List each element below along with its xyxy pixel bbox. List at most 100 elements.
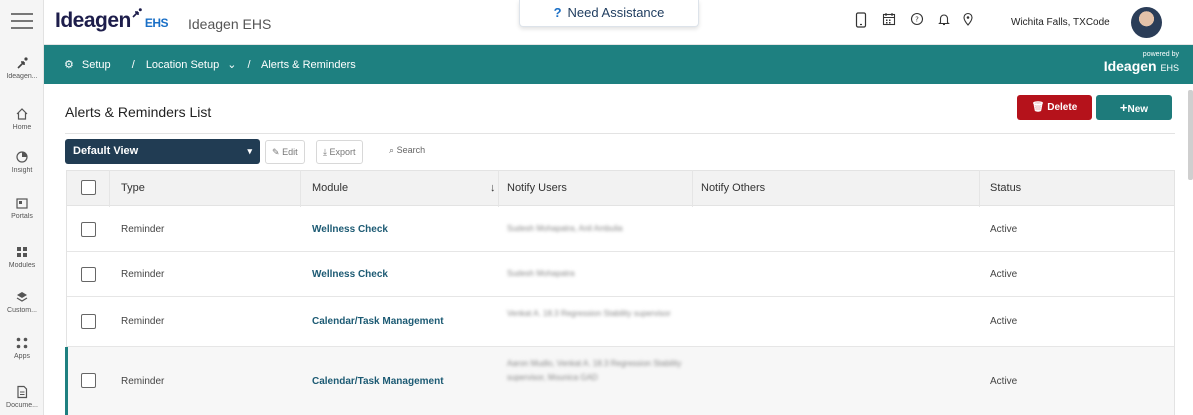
trash-icon: 🗑 xyxy=(1031,102,1045,113)
rail-item-apps[interactable]: Apps xyxy=(0,336,44,360)
edit-label: Edit xyxy=(282,147,298,157)
cell-module-link[interactable]: Calendar/Task Management xyxy=(312,316,444,327)
column-header-notify-users[interactable]: Notify Users xyxy=(507,182,567,194)
export-button[interactable]: ⤓ Export xyxy=(316,140,363,164)
ideagen-logo[interactable]: Ideagen EHS xyxy=(55,8,169,33)
plus-icon: + xyxy=(1119,100,1128,115)
row-checkbox[interactable] xyxy=(81,222,96,237)
chevron-down-icon[interactable]: ⌄ xyxy=(227,59,236,71)
new-label: New xyxy=(1127,104,1149,115)
row-checkbox[interactable] xyxy=(81,314,96,329)
powered-logo-text: Ideagen xyxy=(1103,58,1157,74)
need-assistance-button[interactable]: ? Need Assistance xyxy=(519,0,699,27)
rail-item-label: Modules xyxy=(8,262,36,269)
rail-item-documents[interactable]: Docume... xyxy=(0,385,44,409)
cell-notify-users: Sudesh Mohapatra, Anil Ambulia xyxy=(507,224,623,233)
select-all-checkbox[interactable] xyxy=(81,180,96,195)
search-button[interactable]: ⌕ Search xyxy=(389,145,425,156)
scrollbar[interactable] xyxy=(1188,90,1193,180)
bell-icon[interactable] xyxy=(935,12,953,32)
column-header-notify-others[interactable]: Notify Others xyxy=(701,182,765,194)
rail-item-label: Ideagen... xyxy=(6,73,38,80)
page-title: Alerts & Reminders List xyxy=(65,104,212,120)
cell-module-link[interactable]: Calendar/Task Management xyxy=(312,376,444,387)
breadcrumb-current: Alerts & Reminders xyxy=(261,59,356,71)
ideagen-icon xyxy=(15,56,29,70)
location-pin-icon[interactable] xyxy=(959,12,977,32)
cell-notify-users: Venkat A. 18.3 Regression Stability supe… xyxy=(507,309,671,318)
column-header-status[interactable]: Status xyxy=(990,182,1021,194)
hamburger-menu-icon[interactable] xyxy=(11,13,33,29)
cell-type: Reminder xyxy=(121,269,165,280)
sort-arrow-down-icon[interactable]: ↓ xyxy=(490,182,496,194)
table-header: Type Module ↓ Notify Users Notify Others… xyxy=(67,170,1174,206)
calendar-icon[interactable] xyxy=(880,12,898,32)
column-header-module[interactable]: Module xyxy=(312,182,348,194)
cell-status: Active xyxy=(990,269,1018,280)
divider xyxy=(65,133,1175,134)
powered-by-logo: powered by Ideagen EHS xyxy=(1104,51,1179,74)
help-question-icon: ? xyxy=(553,5,562,20)
user-avatar[interactable] xyxy=(1131,7,1162,38)
row-checkbox[interactable] xyxy=(81,373,96,388)
table-row[interactable]: Reminder Wellness Check Sudesh Mohapatra… xyxy=(67,252,1174,297)
cell-status: Active xyxy=(990,316,1018,327)
mobile-device-icon[interactable] xyxy=(852,12,870,32)
home-icon xyxy=(15,107,29,121)
cell-type: Reminder xyxy=(121,376,165,387)
location-label[interactable]: Wichita Falls, TXCode xyxy=(1011,17,1110,28)
download-icon: ⤓ xyxy=(323,147,327,157)
view-select[interactable]: Default View ▾ xyxy=(65,139,260,164)
breadcrumb-separator: / xyxy=(131,59,135,71)
rail-item-custom[interactable]: Custom... xyxy=(0,290,44,314)
delete-label: Delete xyxy=(1047,102,1078,113)
breadcrumb-separator: / xyxy=(247,59,251,71)
document-icon xyxy=(15,385,29,399)
logo-suffix: EHS xyxy=(144,16,169,30)
table-row[interactable]: Reminder Calendar/Task Management Venkat… xyxy=(67,297,1174,347)
cell-type: Reminder xyxy=(121,224,165,235)
cell-module-link[interactable]: Wellness Check xyxy=(312,269,388,280)
rail-item-home[interactable]: Home xyxy=(0,107,44,131)
left-rail: Ideagen... Home Insight Portals Modules … xyxy=(0,0,44,415)
delete-button[interactable]: 🗑 Delete xyxy=(1017,95,1092,120)
edit-button[interactable]: ✎ Edit xyxy=(265,140,305,164)
rail-item-portals[interactable]: Portals xyxy=(0,196,44,220)
rail-item-label: Docume... xyxy=(6,402,38,409)
rail-item-label: Insight xyxy=(11,167,33,174)
rail-item-insight[interactable]: Insight xyxy=(0,150,44,174)
assistance-label: Need Assistance xyxy=(567,5,665,20)
row-checkbox[interactable] xyxy=(81,267,96,282)
app-name: Ideagen EHS xyxy=(188,16,272,32)
export-label: Export xyxy=(329,147,356,157)
svg-text:?: ? xyxy=(915,16,919,24)
insight-icon xyxy=(15,150,29,164)
cell-module-link[interactable]: Wellness Check xyxy=(312,224,388,235)
column-header-type[interactable]: Type xyxy=(121,182,145,194)
table-row[interactable]: Reminder Wellness Check Sudesh Mohapatra… xyxy=(67,207,1174,252)
chevron-down-icon: ▾ xyxy=(247,146,252,156)
modules-icon xyxy=(15,245,29,259)
powered-logo-suffix: EHS xyxy=(1160,63,1179,73)
top-bar: Ideagen EHS Ideagen EHS ? Need Assistance … xyxy=(44,0,1193,45)
powered-by-text: powered by xyxy=(1142,51,1179,58)
logo-text: Ideagen xyxy=(55,9,131,32)
rail-item-label: Custom... xyxy=(7,307,37,314)
apps-icon xyxy=(15,336,29,350)
rail-item-label: Apps xyxy=(14,353,30,360)
portals-icon xyxy=(15,196,29,210)
cell-status: Active xyxy=(990,224,1018,235)
breadcrumb-location-setup[interactable]: Location Setup xyxy=(146,59,219,71)
gear-icon: ⚙ xyxy=(64,59,74,71)
breadcrumb-bar: ⚙ Setup / Location Setup ⌄ / Alerts & Remi… xyxy=(44,45,1193,84)
help-circle-icon[interactable]: ? xyxy=(908,12,926,32)
breadcrumb: ⚙ Setup / Location Setup ⌄ / Alerts & Remi… xyxy=(64,58,364,71)
rail-item-label: Portals xyxy=(11,213,33,220)
new-button[interactable]: +New xyxy=(1096,95,1172,120)
rail-item-modules[interactable]: Modules xyxy=(0,245,44,269)
breadcrumb-setup[interactable]: Setup xyxy=(82,59,111,71)
table-row[interactable]: Reminder Calendar/Task Management Aaron … xyxy=(65,347,1174,415)
logo-mark-icon xyxy=(132,0,142,18)
search-icon: ⌕ xyxy=(389,145,395,155)
rail-item-ideagen[interactable]: Ideagen... xyxy=(0,56,44,80)
